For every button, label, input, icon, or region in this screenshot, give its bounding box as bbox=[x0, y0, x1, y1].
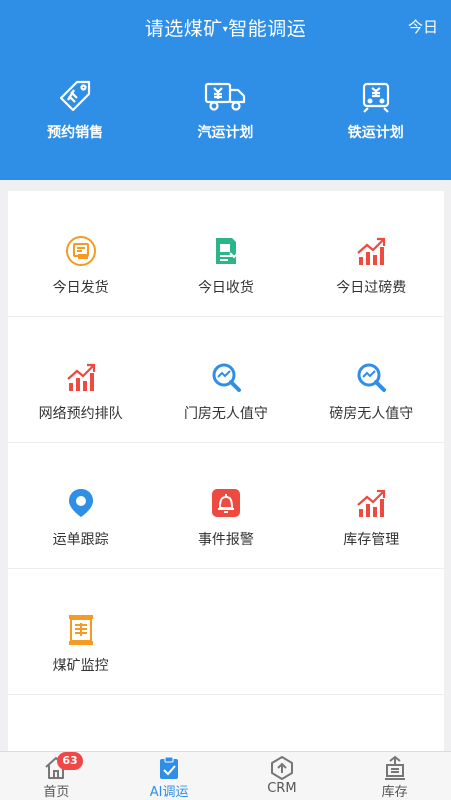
inventory-icon bbox=[384, 755, 405, 780]
quick-action-label: 汽运计划 bbox=[197, 125, 254, 141]
mine-selector[interactable]: 请选煤矿▾智能调运 bbox=[0, 14, 451, 41]
grid-item-label: 库存管理 bbox=[343, 532, 400, 548]
tab-label: 库存 bbox=[381, 785, 408, 800]
today-button[interactable]: 今日 bbox=[408, 16, 438, 37]
tag-icon bbox=[60, 80, 91, 112]
grid-item-today-dispatch[interactable]: 今日发货 bbox=[8, 191, 153, 317]
grid-item-today-receive[interactable]: 今日收货 bbox=[153, 191, 298, 317]
bottom-tab-bar: 63 首页 AI调运 CRM 库存 bbox=[0, 751, 451, 800]
search-trend-icon bbox=[357, 363, 387, 392]
grid-item-today-weigh-fee[interactable]: 今日过磅费 bbox=[299, 191, 444, 317]
quick-actions: 预约销售 汽运计划 铁运计划 bbox=[0, 78, 451, 158]
grid-item-label: 今日过磅费 bbox=[336, 280, 407, 296]
clipboard-check-icon bbox=[160, 756, 179, 779]
grid-item-network-queue[interactable]: 网络预约排队 bbox=[8, 317, 153, 443]
grid-row: 运单跟踪 事件报警 库存管理 bbox=[8, 443, 444, 569]
quick-action-label: 预约销售 bbox=[47, 125, 104, 141]
tab-inventory[interactable]: 库存 bbox=[338, 752, 451, 800]
grid-item-label: 网络预约排队 bbox=[38, 406, 123, 422]
grid-item-gate-unattended[interactable]: 门房无人值守 bbox=[153, 317, 298, 443]
grid-item-label: 今日发货 bbox=[52, 280, 109, 296]
tab-label: CRM bbox=[267, 781, 297, 796]
grid-item-label: 运单跟踪 bbox=[52, 532, 109, 548]
tab-label: AI调运 bbox=[149, 785, 189, 800]
grid-row: 网络预约排队 门房无人值守 磅房无人值守 bbox=[8, 317, 444, 443]
trend-chart-icon bbox=[66, 363, 95, 391]
page-title: 智能调运 bbox=[228, 18, 307, 40]
tab-label: 首页 bbox=[43, 785, 70, 800]
title-bar: 请选煤矿▾智能调运 今日 bbox=[0, 0, 451, 56]
alarm-bell-icon bbox=[211, 489, 240, 517]
tab-crm[interactable]: CRM bbox=[226, 752, 339, 800]
trend-chart-icon bbox=[357, 237, 386, 265]
grid-item-label: 事件报警 bbox=[197, 532, 254, 548]
grid-item-inventory-management[interactable]: 库存管理 bbox=[299, 443, 444, 569]
app-header: 请选煤矿▾智能调运 今日 预约销售 汽运计划 铁运计划 bbox=[0, 0, 451, 180]
grid-item-event-alarm[interactable]: 事件报警 bbox=[153, 443, 298, 569]
quick-action-rail-plan[interactable]: 铁运计划 bbox=[301, 78, 451, 158]
location-pin-icon bbox=[68, 489, 93, 517]
monitor-scroll-icon bbox=[68, 615, 93, 645]
grid-item-weighroom-unattended[interactable]: 磅房无人值守 bbox=[299, 317, 444, 443]
quick-action-road-plan[interactable]: 汽运计划 bbox=[150, 78, 300, 158]
tab-home[interactable]: 63 首页 bbox=[0, 752, 113, 800]
function-grid: 今日发货 今日收货 今日过磅费 网络预约排队 门房无人值守 磅房无人值守 运单跟… bbox=[8, 191, 444, 751]
quick-action-presale[interactable]: 预约销售 bbox=[0, 78, 150, 158]
tab-ai-dispatch[interactable]: AI调运 bbox=[113, 752, 226, 800]
grid-row: 今日发货 今日收货 今日过磅费 bbox=[8, 191, 444, 317]
grid-item-label: 煤矿监控 bbox=[52, 658, 109, 674]
upload-shield-icon bbox=[270, 756, 293, 780]
quick-action-label: 铁运计划 bbox=[347, 125, 404, 141]
grid-item-mine-monitor[interactable]: 煤矿监控 bbox=[8, 569, 153, 695]
grid-item-label: 今日收货 bbox=[197, 280, 254, 296]
grid-item-waybill-tracking[interactable]: 运单跟踪 bbox=[8, 443, 153, 569]
mine-selector-label[interactable]: 请选煤矿 bbox=[145, 18, 223, 40]
grid-row: 煤矿监控 bbox=[8, 569, 444, 695]
grid-item-label: 门房无人值守 bbox=[183, 406, 268, 422]
search-trend-icon bbox=[212, 363, 241, 392]
dispatch-icon bbox=[65, 236, 96, 266]
grid-item-label: 磅房无人值守 bbox=[329, 406, 414, 422]
notification-badge: 63 bbox=[57, 752, 83, 770]
train-icon bbox=[362, 82, 389, 113]
trend-chart-icon bbox=[357, 489, 386, 517]
truck-icon bbox=[205, 82, 246, 111]
receive-icon bbox=[215, 238, 239, 264]
